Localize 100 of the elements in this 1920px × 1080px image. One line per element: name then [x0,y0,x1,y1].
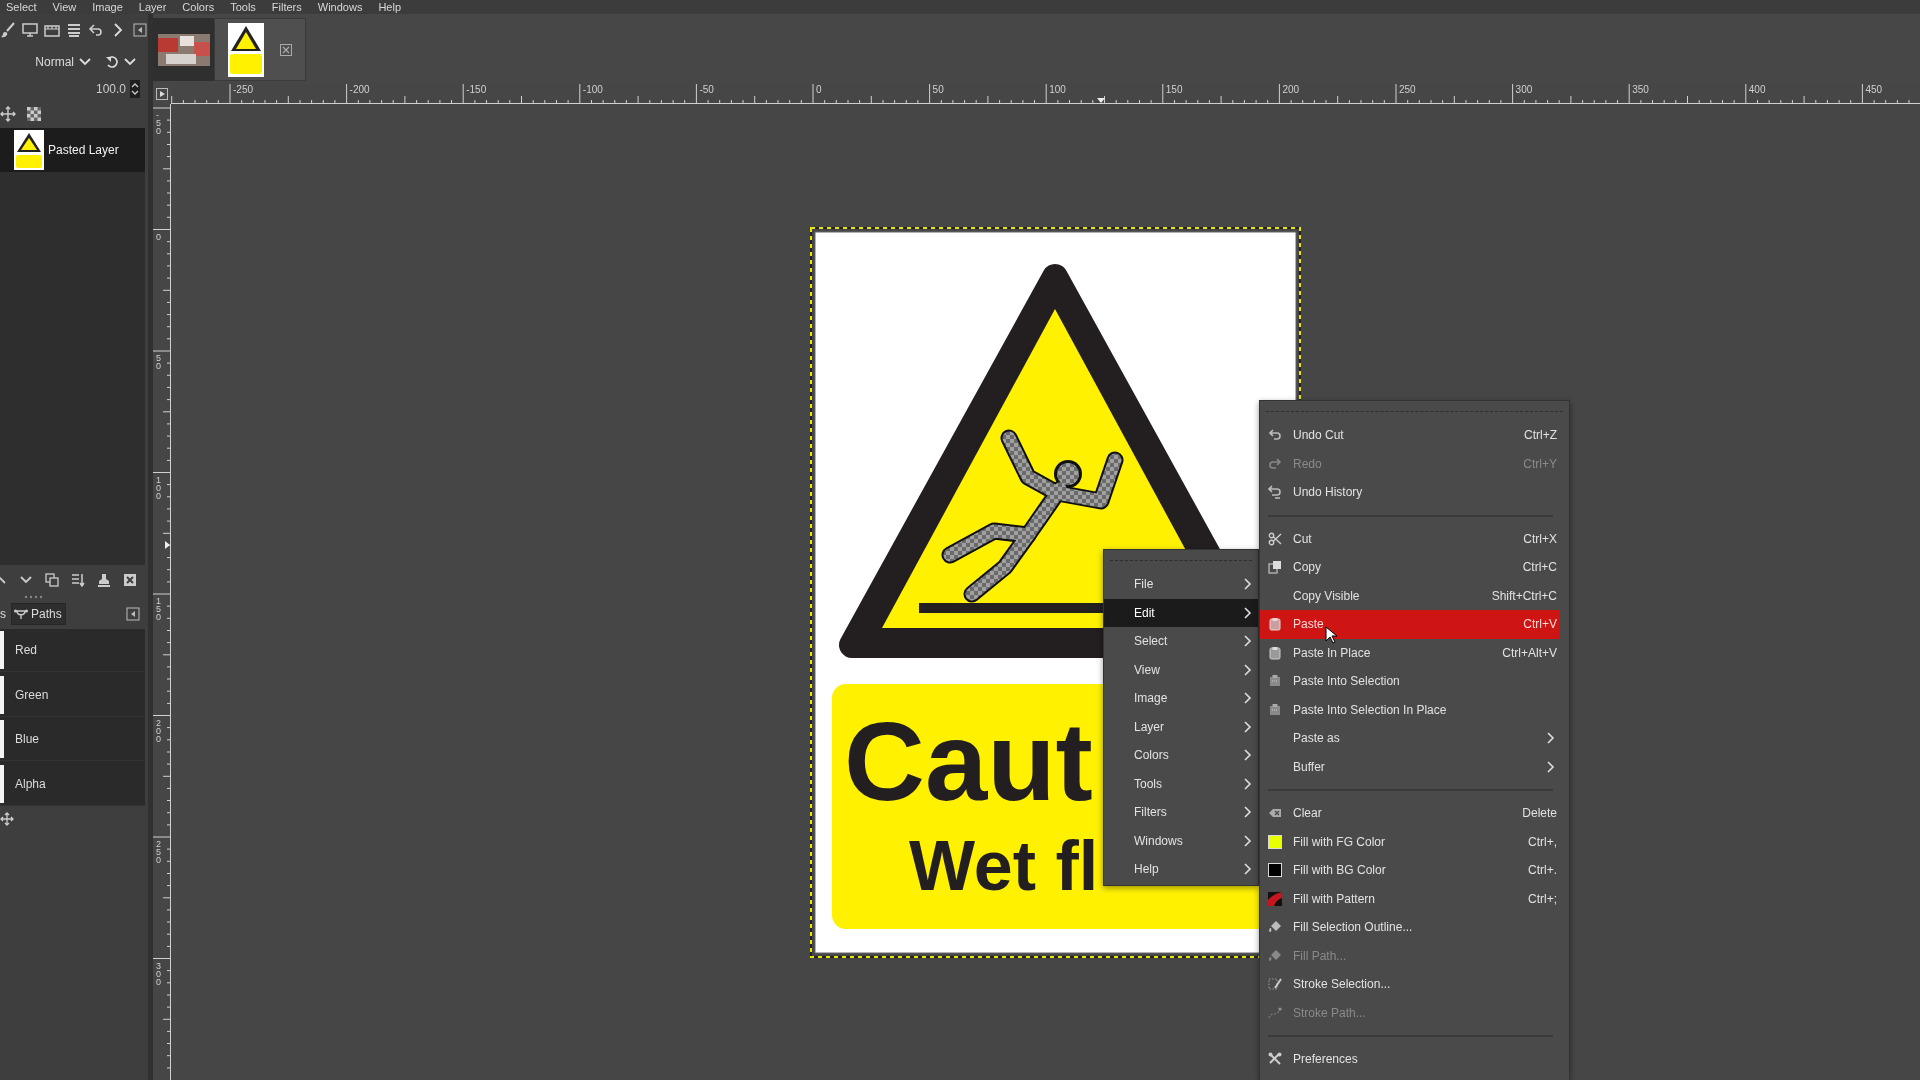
clipboard-icon [1268,702,1282,717]
menu-bar-item[interactable]: Filters [271,0,302,14]
chevron-right-icon [1547,732,1555,745]
ruler-label: -150 [466,84,487,95]
menu-item[interactable]: Colors [1104,741,1258,770]
chevron-down-icon [79,58,91,66]
menu-item[interactable]: Fill Selection Outline... [1260,913,1559,942]
chevron-right-icon [1244,863,1252,876]
checkerboard-icon[interactable] [26,106,42,122]
menu-bar-item[interactable]: View [52,0,77,14]
menu-item[interactable]: Clear Delete [1260,799,1559,828]
menu-item[interactable]: Edit [1104,598,1258,627]
monitor-icon[interactable] [22,22,38,38]
dock-tab[interactable]: s [0,602,9,625]
image-tab[interactable] [153,18,214,81]
menu-bar-item[interactable]: Help [378,0,402,14]
ruler-label: 100 [156,475,162,500]
shortcut-text: Shift+Ctrl+C [1491,588,1557,603]
chevron-down-icon [124,58,136,66]
move-icon[interactable] [0,106,16,122]
dock-tab[interactable]: Paths [11,602,66,625]
menu-item[interactable]: Paste In Place Ctrl+Alt+V [1260,638,1559,667]
channel-thumbnail [0,720,4,759]
menu-item[interactable]: Help [1104,855,1258,884]
menu-item[interactable]: Fill with FG Color Ctrl+, [1260,827,1559,856]
merge-icon[interactable] [71,573,85,587]
ruler-label: 50 [156,354,162,370]
opacity-field[interactable]: 100.0 [0,79,140,99]
undo-history-icon[interactable] [88,22,104,38]
spin-buttons-icon[interactable] [130,80,140,98]
chevron-right-icon [1547,760,1555,773]
menu-item[interactable]: Stroke Selection... [1260,970,1559,999]
channel-row[interactable]: Green [0,673,145,717]
menu-item[interactable]: Fill with BG Color Ctrl+. [1260,856,1559,885]
shortcut-text: Ctrl+. [1528,863,1557,878]
clipboard-icon [1268,674,1282,689]
menu-item[interactable]: Image [1104,684,1258,713]
menu-item[interactable]: Paste as [1260,724,1559,753]
menu-item[interactable]: Buffer [1260,752,1559,781]
bucket-icon [1268,920,1282,935]
menu-item[interactable]: Filters [1104,798,1258,827]
layer-row[interactable]: Pasted Layer [0,128,145,172]
menu-bar-item[interactable]: Image [92,0,123,14]
sign-subheading: Wet fl [909,827,1099,905]
channel-row[interactable]: Red [0,629,145,672]
menu-bar-item[interactable]: Select [6,0,37,14]
duplicate-icon[interactable] [45,573,59,587]
film-strip-icon[interactable] [44,22,60,38]
tab-menu-icon[interactable] [133,23,147,37]
mode-dropdown[interactable]: Normal [31,51,95,73]
ruler-label: 0 [156,232,162,241]
menu-item[interactable]: Windows [1104,826,1258,855]
chevron-right-icon [1244,806,1252,819]
scissors-icon [1268,531,1282,546]
sign-heading: Caut [844,699,1093,824]
layers-icon[interactable] [66,22,82,38]
menu-item[interactable]: File [1104,570,1258,599]
menu-bar-item[interactable]: Tools [230,0,256,14]
channel-row[interactable]: Alpha [0,763,145,806]
close-icon[interactable] [280,43,292,56]
ruler-label: -250 [233,84,253,95]
grip-icon[interactable] [24,595,44,599]
menu-item[interactable]: Undo Cut Ctrl+Z [1260,421,1559,450]
ruler-label: -100 [582,84,603,95]
ruler-marker-icon [1097,98,1105,103]
menu-bar-item[interactable]: Colors [182,0,215,14]
menu-item[interactable]: Paste Ctrl+V [1260,610,1559,639]
image-tab[interactable] [214,18,306,81]
shortcut-text: Ctrl+; [1528,891,1557,906]
ruler-label: 150 [1165,84,1183,95]
delete-icon[interactable] [123,573,137,587]
menu-item[interactable]: Layer [1104,712,1258,741]
shortcut-text: Ctrl+X [1523,531,1557,546]
menu-bar-item[interactable]: Windows [317,0,363,14]
settings-icon [1268,1052,1282,1067]
ruler-menu-icon [156,87,168,100]
ruler-marker-icon [165,541,170,549]
ruler-label: 200 [156,718,162,743]
ruler-label: -50 [156,111,162,135]
menu-item[interactable]: Paste Into Selection [1260,667,1559,696]
menu-item[interactable]: Select [1104,627,1258,656]
ruler-label: 400 [1748,84,1766,95]
chevron-right-icon [1244,749,1252,762]
menu-item[interactable]: Preferences [1260,1045,1559,1074]
tab-menu-icon[interactable] [126,606,140,621]
menu-bar-item[interactable]: Layer [138,0,167,14]
menu-item[interactable]: Copy Ctrl+C [1260,553,1559,582]
menu-item[interactable]: Copy Visible Shift+Ctrl+C [1260,581,1559,610]
move-icon[interactable] [0,812,14,826]
menu-item[interactable]: Cut Ctrl+X [1260,524,1559,553]
stamp-icon[interactable] [97,573,111,587]
menu-item[interactable]: Paste Into Selection In Place [1260,695,1559,724]
menu-item[interactable]: View [1104,655,1258,684]
channel-thumbnail [0,630,4,669]
menu-item[interactable]: Tools [1104,769,1258,798]
menu-item[interactable]: Undo History [1260,478,1559,507]
paintbrush-icon[interactable] [0,22,16,38]
menu-item[interactable]: Fill with Pattern Ctrl+; [1260,884,1559,913]
ruler-label: 0 [816,84,822,95]
channel-row[interactable]: Blue [0,718,145,762]
